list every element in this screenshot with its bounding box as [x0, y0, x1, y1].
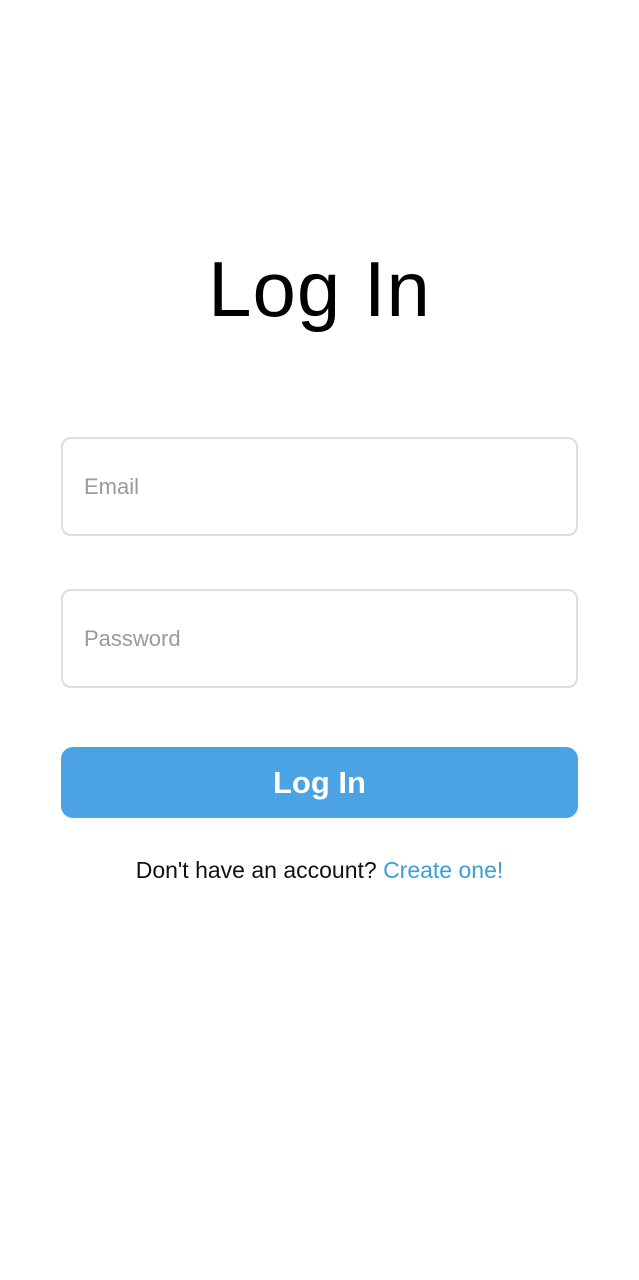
password-field[interactable]	[63, 591, 576, 686]
email-field-container[interactable]	[61, 437, 578, 536]
create-account-link[interactable]: Create one!	[383, 857, 503, 883]
password-field-container[interactable]	[61, 589, 578, 688]
signup-prompt-row: Don't have an account? Create one!	[0, 855, 639, 885]
login-button[interactable]: Log In	[61, 747, 578, 818]
page-title: Log In	[208, 245, 431, 333]
email-field[interactable]	[63, 439, 576, 534]
signup-prompt-text: Don't have an account?	[135, 857, 377, 883]
login-screen: Log In Log In Don't have an account? Cre…	[0, 0, 639, 1280]
